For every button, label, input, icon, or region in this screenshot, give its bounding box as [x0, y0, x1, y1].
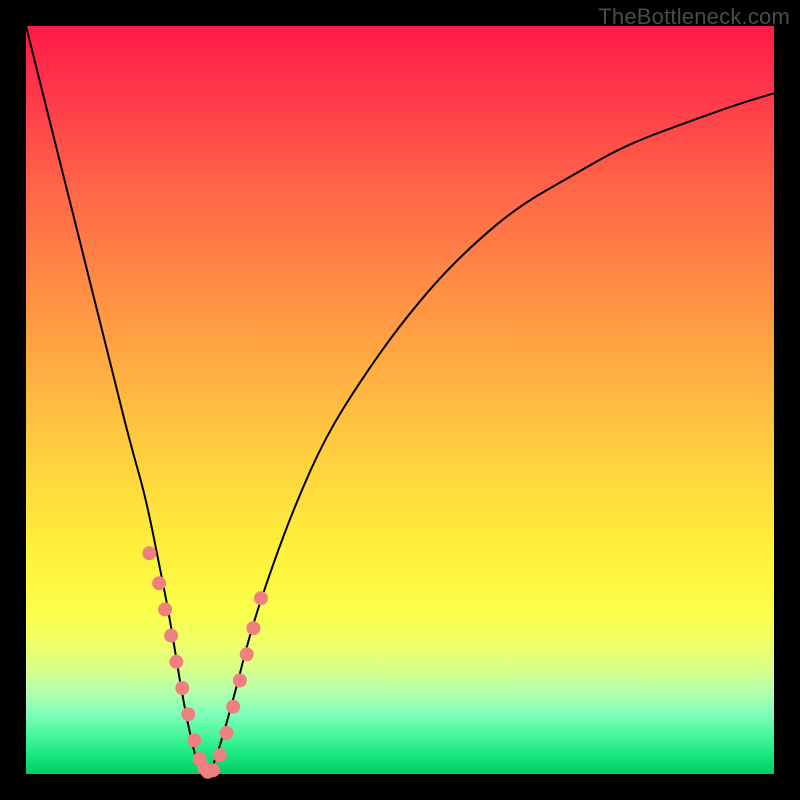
marker-point	[206, 763, 220, 777]
marker-point	[213, 748, 227, 762]
marker-point	[246, 621, 260, 635]
marker-point	[164, 629, 178, 643]
outer-frame: TheBottleneck.com	[0, 0, 800, 800]
marker-point	[233, 674, 247, 688]
marker-point	[226, 700, 240, 714]
marker-point	[152, 576, 166, 590]
marker-point	[187, 733, 201, 747]
marker-point	[181, 707, 195, 721]
marker-point	[240, 647, 254, 661]
marker-point	[158, 602, 172, 616]
chart-svg	[26, 26, 774, 774]
plot-area	[26, 26, 774, 774]
marker-group	[142, 546, 268, 779]
marker-point	[220, 726, 234, 740]
marker-point	[175, 681, 189, 695]
bottleneck-curve	[26, 26, 774, 772]
marker-point	[142, 546, 156, 560]
marker-point	[169, 655, 183, 669]
marker-point	[254, 591, 268, 605]
watermark-text: TheBottleneck.com	[598, 4, 790, 30]
